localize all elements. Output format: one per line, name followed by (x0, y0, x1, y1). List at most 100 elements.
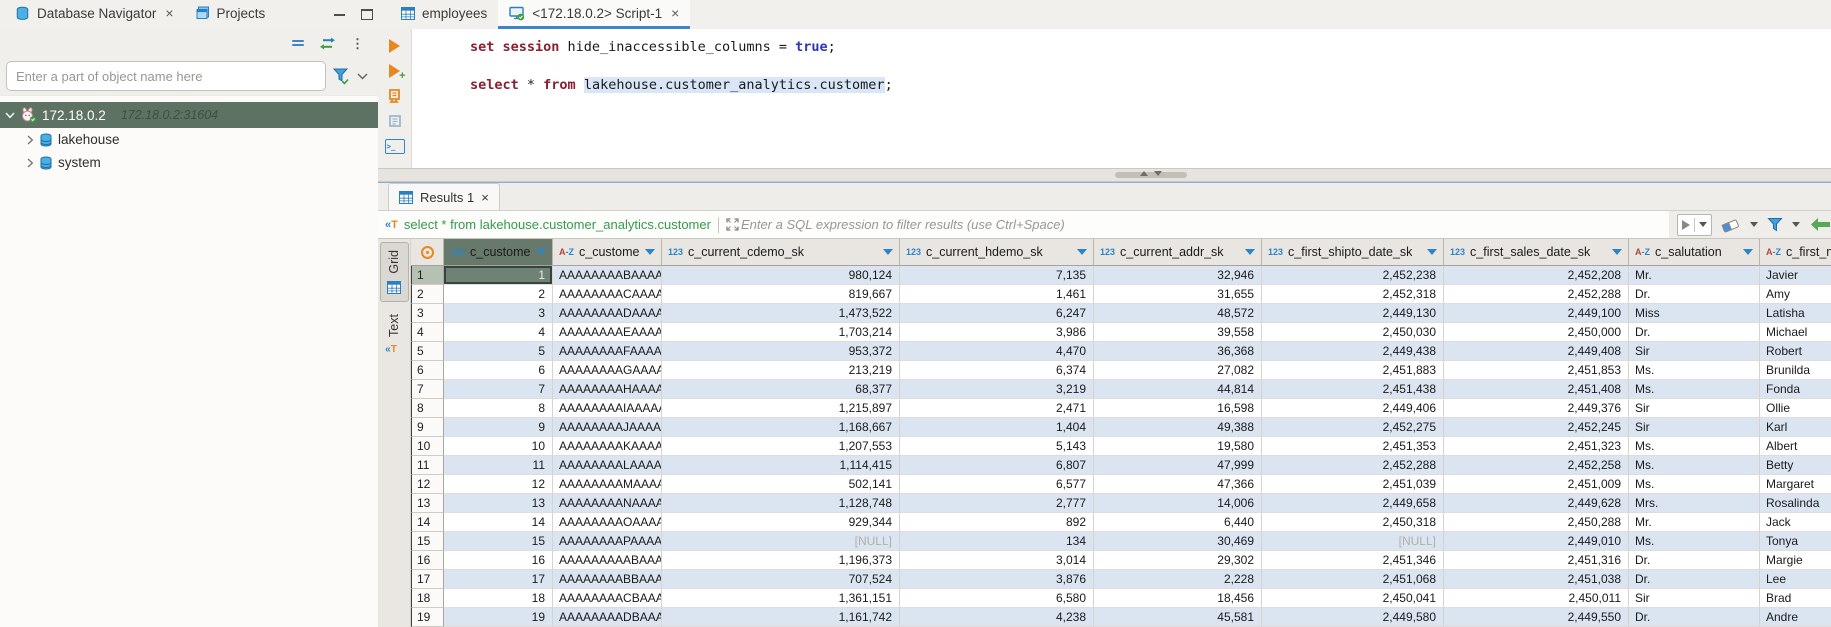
grid-cell[interactable]: 2,450,288 (1444, 513, 1629, 532)
minimize-icon[interactable] (334, 14, 345, 16)
grid-cell[interactable]: 1,404 (900, 418, 1094, 437)
grid-cell[interactable]: 929,344 (662, 513, 900, 532)
grid-cell[interactable]: 2,451,039 (1262, 475, 1444, 494)
grid-cell[interactable]: 1,473,522 (662, 304, 900, 323)
grid-cell[interactable]: 16,598 (1094, 399, 1262, 418)
grid-corner-cell[interactable] (411, 239, 444, 266)
grid-cell[interactable]: 3,219 (900, 380, 1094, 399)
grid-cell[interactable]: 47,366 (1094, 475, 1262, 494)
grid-cell[interactable]: Sir (1629, 418, 1760, 437)
grid-cell[interactable]: 2,451,009 (1444, 475, 1629, 494)
grid-cell[interactable]: Michael (1760, 323, 1831, 342)
column-header-c_salutation[interactable]: A-Zc_salutation (1629, 239, 1760, 266)
grid-cell[interactable]: 1,461 (900, 285, 1094, 304)
row-number[interactable]: 13 (411, 494, 444, 513)
grid-cell[interactable]: Margie (1760, 551, 1831, 570)
grid-cell[interactable]: 1,128,748 (662, 494, 900, 513)
tree-item-system[interactable]: system (0, 151, 378, 174)
collapse-down-icon[interactable] (1154, 171, 1162, 176)
grid-cell[interactable]: 502,141 (662, 475, 900, 494)
grid-cell[interactable]: 2,451,853 (1444, 361, 1629, 380)
grid-cell[interactable]: AAAAAAAAOAAAAAAA (553, 513, 662, 532)
collapse-up-icon[interactable] (1140, 171, 1148, 176)
apply-filter-dropdown-icon[interactable] (1699, 222, 1707, 227)
grid-cell[interactable]: 12 (444, 475, 553, 494)
row-number[interactable]: 15 (411, 532, 444, 551)
execute-new-tab-button[interactable]: + (385, 63, 405, 79)
expand-filter-icon[interactable] (726, 218, 739, 231)
grid-cell[interactable]: Margaret (1760, 475, 1831, 494)
grid-cell[interactable]: 2,451,353 (1262, 437, 1444, 456)
tab-employees[interactable]: employees (390, 0, 498, 29)
row-number[interactable]: 4 (411, 323, 444, 342)
grid-cell[interactable]: 2,228 (1094, 570, 1262, 589)
grid-cell[interactable]: 1,196,373 (662, 551, 900, 570)
grid-cell[interactable]: 980,124 (662, 266, 900, 285)
grid-cell[interactable]: AAAAAAAAKAAAAAAA (553, 437, 662, 456)
grid-cell[interactable]: Mrs. (1629, 494, 1760, 513)
grid-cell[interactable]: 2,449,100 (1444, 304, 1629, 323)
collapse-all-icon[interactable] (292, 40, 304, 46)
fetch-back-icon[interactable] (1809, 217, 1831, 232)
grid-cell[interactable]: 2,449,438 (1262, 342, 1444, 361)
grid-cell[interactable]: 2,452,238 (1262, 266, 1444, 285)
column-header-c_first_name[interactable]: A-Zc_first_name (1760, 239, 1831, 266)
grid-cell[interactable]: 9 (444, 418, 553, 437)
grid-cell[interactable]: 6,577 (900, 475, 1094, 494)
explain-plan-button[interactable] (385, 113, 405, 129)
grid-cell[interactable]: 2,452,258 (1444, 456, 1629, 475)
column-header-c_first_shipto_date_sk[interactable]: 123c_first_shipto_date_sk (1262, 239, 1444, 266)
grid-cell[interactable]: AAAAAAAABBAAAAAA (553, 570, 662, 589)
splitter-arrows[interactable] (1140, 171, 1162, 176)
grid-cell[interactable]: 2,449,550 (1444, 608, 1629, 627)
grid-cell[interactable]: 68,377 (662, 380, 900, 399)
row-number[interactable]: 1 (411, 266, 444, 285)
grid-cell[interactable]: 2,452,245 (1444, 418, 1629, 437)
column-header-c_current_hdemo_sk[interactable]: 123c_current_hdemo_sk (900, 239, 1094, 266)
tree-item-lakehouse[interactable]: lakehouse (0, 128, 378, 151)
grid-cell[interactable]: 2,452,208 (1444, 266, 1629, 285)
grid-cell[interactable]: 18,456 (1094, 589, 1262, 608)
row-number[interactable]: 12 (411, 475, 444, 494)
grid-cell[interactable]: 7,135 (900, 266, 1094, 285)
grid-cell[interactable]: Robert (1760, 342, 1831, 361)
grid-cell[interactable]: 4 (444, 323, 553, 342)
grid-cell[interactable]: 4,470 (900, 342, 1094, 361)
grid-cell[interactable]: 6,440 (1094, 513, 1262, 532)
grid-cell[interactable]: 2,449,376 (1444, 399, 1629, 418)
grid-cell[interactable]: 2,452,288 (1444, 285, 1629, 304)
column-filter-dropdown-icon[interactable] (1077, 249, 1087, 255)
grid-cell[interactable]: 2,451,408 (1444, 380, 1629, 399)
chevron-right-icon[interactable] (27, 135, 34, 145)
grid-cell[interactable]: 819,667 (662, 285, 900, 304)
chevron-down-icon[interactable] (357, 73, 368, 80)
grid-cell[interactable]: Sir (1629, 342, 1760, 361)
grid-cell[interactable]: 2,451,883 (1262, 361, 1444, 380)
grid-cell[interactable]: Dr. (1629, 285, 1760, 304)
column-filter-dropdown-icon[interactable] (1743, 249, 1753, 255)
grid-cell[interactable]: 3 (444, 304, 553, 323)
grid-cell[interactable]: 1,114,415 (662, 456, 900, 475)
grid-cell[interactable]: 2,450,000 (1444, 323, 1629, 342)
grid-cell[interactable]: AAAAAAAAMAAAAAAA (553, 475, 662, 494)
grid-cell[interactable]: 2,451,346 (1262, 551, 1444, 570)
grid-cell[interactable]: AAAAAAAABAAAAAAA (553, 266, 662, 285)
column-header-c_current_addr_sk[interactable]: 123c_current_addr_sk (1094, 239, 1262, 266)
grid-cell[interactable]: 1,207,553 (662, 437, 900, 456)
column-filter-dropdown-icon[interactable] (1612, 249, 1622, 255)
grid-cell[interactable]: 7 (444, 380, 553, 399)
link-editor-icon[interactable] (319, 37, 336, 50)
grid-cell[interactable]: 5,143 (900, 437, 1094, 456)
grid-cell[interactable]: AAAAAAAADAAAAAAA (553, 304, 662, 323)
grid-cell[interactable]: AAAAAAAACBAAAAAA (553, 589, 662, 608)
close-icon[interactable]: × (671, 6, 679, 20)
grid-cell[interactable]: Andre (1760, 608, 1831, 627)
column-header-c_current_cdemo_sk[interactable]: 123c_current_cdemo_sk (662, 239, 900, 266)
row-number[interactable]: 5 (411, 342, 444, 361)
row-number[interactable]: 9 (411, 418, 444, 437)
grid-cell[interactable]: AAAAAAAAEAAAAAAA (553, 323, 662, 342)
row-number[interactable]: 19 (411, 608, 444, 627)
grid-cell[interactable]: 2,451,316 (1444, 551, 1629, 570)
grid-cell[interactable]: AAAAAAAACAAAAAAA (553, 285, 662, 304)
grid-cell[interactable]: 707,524 (662, 570, 900, 589)
